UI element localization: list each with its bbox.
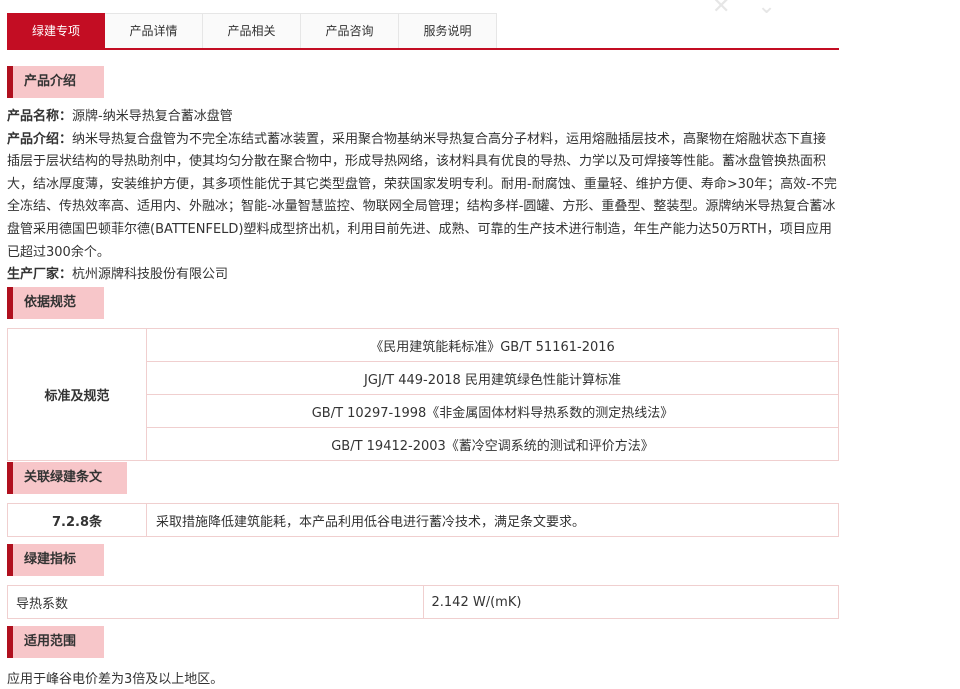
product-maker-label: 生产厂家： xyxy=(7,267,73,283)
section-title-intro: 产品介绍 xyxy=(7,66,104,98)
product-maker-line: 生产厂家：杭州源牌科技股份有限公司 xyxy=(7,264,839,287)
section-title-indicators: 绿建指标 xyxy=(7,544,104,576)
standards-table: 标准及规范 《民用建筑能耗标准》GB/T 51161-2016 JGJ/T 44… xyxy=(7,328,839,461)
tab-bar: 绿建专项 产品详情 产品相关 产品咨询 服务说明 xyxy=(7,13,839,50)
tab-product-details[interactable]: 产品详情 xyxy=(105,13,203,48)
standards-header: 标准及规范 xyxy=(7,328,147,461)
product-name: 源牌-纳米导热复合蓄冰盘管 xyxy=(72,109,233,124)
table-row: 导热系数 2.142 W/(mK) xyxy=(7,585,839,619)
product-intro-line: 产品介绍：纳米导热复合盘管为不完全冻结式蓄冰装置，采用聚合物基纳米导热复合高分子… xyxy=(7,129,839,265)
clause-table: 7.2.8条 采取措施降低建筑能耗，本产品利用低谷电进行蓄冷技术，满足条文要求。 xyxy=(7,503,839,537)
indicator-table: 导热系数 2.142 W/(mK) xyxy=(7,585,839,619)
product-maker: 杭州源牌科技股份有限公司 xyxy=(72,267,229,283)
table-row: 7.2.8条 采取措施降低建筑能耗，本产品利用低谷电进行蓄冷技术，满足条文要求。 xyxy=(7,503,839,537)
section-title-clauses: 关联绿建条文 xyxy=(7,462,127,494)
clause-id: 7.2.8条 xyxy=(7,503,147,537)
product-name-label: 产品名称： xyxy=(7,109,73,124)
standard-item: GB/T 10297-1998《非金属固体材料导热系数的测定热线法》 xyxy=(146,394,839,428)
clause-text: 采取措施降低建筑能耗，本产品利用低谷电进行蓄冷技术，满足条文要求。 xyxy=(146,503,839,537)
standard-item: GB/T 19412-2003《蓄冷空调系统的测试和评价方法》 xyxy=(146,427,839,461)
tab-green-building[interactable]: 绿建专项 xyxy=(7,13,105,48)
product-intro-text: 纳米导热复合盘管为不完全冻结式蓄冰装置，采用聚合物基纳米导热复合高分子材料，运用… xyxy=(7,131,837,260)
standard-item: 《民用建筑能耗标准》GB/T 51161-2016 xyxy=(146,328,839,362)
scope-text: 应用于峰谷电价差为3倍及以上地区。 xyxy=(7,672,224,687)
indicator-value: 2.142 W/(mK) xyxy=(422,585,839,619)
product-intro-label: 产品介绍： xyxy=(7,131,73,147)
tab-product-inquiry[interactable]: 产品咨询 xyxy=(301,13,399,48)
table-row: 标准及规范 《民用建筑能耗标准》GB/T 51161-2016 xyxy=(7,328,839,461)
tab-service-notes[interactable]: 服务说明 xyxy=(399,13,497,48)
tab-related-products[interactable]: 产品相关 xyxy=(203,13,301,48)
section-title-scope: 适用范围 xyxy=(7,626,104,658)
indicator-name: 导热系数 xyxy=(7,585,424,619)
product-name-line: 产品名称：源牌-纳米导热复合蓄冰盘管 xyxy=(7,106,839,129)
product-intro-block: 产品名称：源牌-纳米导热复合蓄冰盘管 产品介绍：纳米导热复合盘管为不完全冻结式蓄… xyxy=(7,106,839,287)
section-title-standards: 依据规范 xyxy=(7,287,104,319)
standard-item: JGJ/T 449-2018 民用建筑绿色性能计算标准 xyxy=(146,361,839,395)
